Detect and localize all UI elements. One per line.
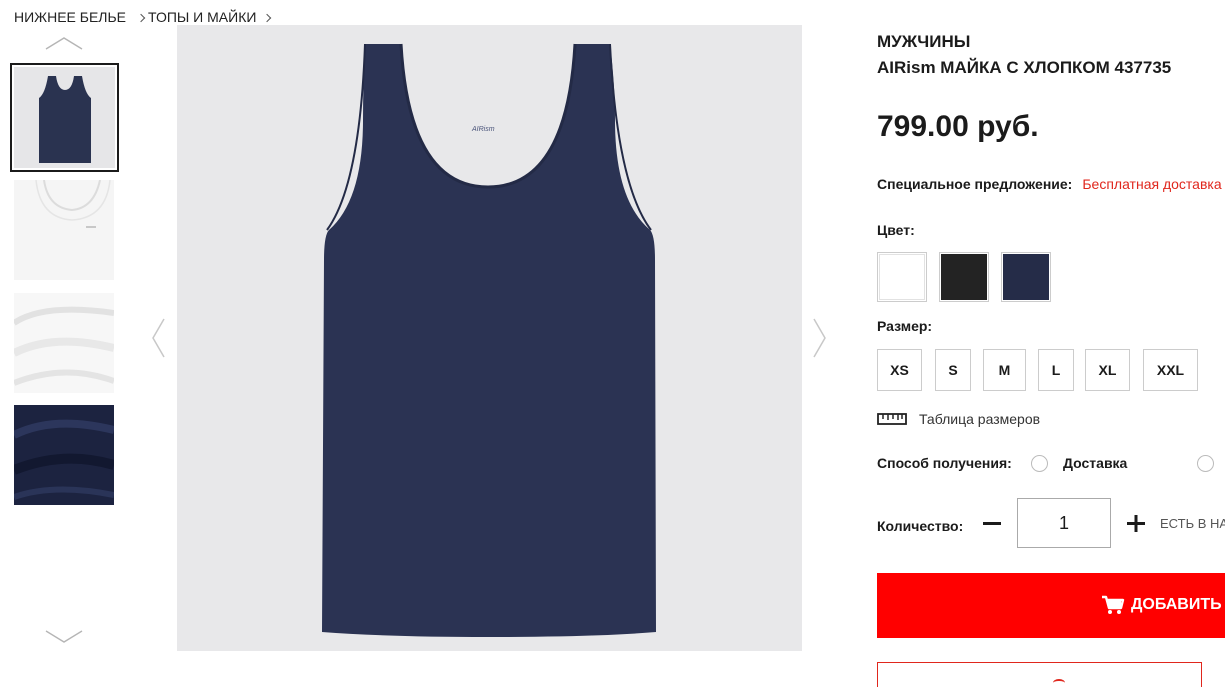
add-to-cart-label: ДОБАВИТЬ В КОРЗИНУ [1131, 596, 1225, 613]
image-prev-button[interactable] [150, 318, 166, 358]
delivery-radio[interactable] [1031, 455, 1048, 472]
color-swatch-navy[interactable] [1001, 252, 1051, 302]
special-offer: Специальное предложение: Бесплатная доста… [877, 176, 1222, 192]
special-offer-label: Специальное предложение: [877, 176, 1073, 192]
stock-status: ЕСТЬ В НАЛИЧИИ [1160, 516, 1225, 531]
size-button-s[interactable]: S [935, 349, 971, 391]
color-label: Цвет: [877, 222, 915, 238]
delivery-label: Способ получения: [877, 455, 1012, 471]
pickup-radio[interactable] [1197, 455, 1214, 472]
quantity-label: Количество: [877, 518, 964, 534]
breadcrumb-chevron-icon [263, 13, 272, 23]
chevron-up-icon [45, 37, 83, 50]
plus-icon [1127, 515, 1145, 532]
product-price: 799.00 руб. [877, 110, 1039, 143]
quantity-increase-button[interactable] [1126, 512, 1146, 536]
thumbnail-white-fabric[interactable] [14, 293, 114, 393]
tank-top-image: AIRism [322, 43, 656, 637]
white-tank-thumbnail-image [14, 180, 114, 280]
product-title: AIRism МАЙКА С ХЛОПКОМ 437735 [877, 58, 1172, 77]
secondary-button-glyph [1053, 679, 1065, 687]
image-next-button[interactable] [812, 318, 828, 358]
thumbnail-navy-fabric[interactable] [14, 405, 114, 505]
breadcrumb: НИЖНЕЕ БЕЛЬЕ ТОПЫ И МАЙКИ [14, 7, 280, 27]
size-button-m[interactable]: M [983, 349, 1026, 391]
thumbnail-navy-tank[interactable] [10, 63, 119, 172]
breadcrumb-item-underwear[interactable]: НИЖНЕЕ БЕЛЬЕ [14, 9, 126, 25]
product-info-panel: МУЖЧИНЫ AIRism МАЙКА С ХЛОПКОМ 437735 79… [877, 0, 1225, 687]
color-swatch-white[interactable] [877, 252, 927, 302]
cart-icon [1102, 595, 1125, 614]
size-button-l[interactable]: L [1038, 349, 1074, 391]
product-gender: МУЖЧИНЫ [877, 32, 971, 51]
white-fabric-thumbnail-image [14, 293, 114, 393]
breadcrumb-item-tops[interactable]: ТОПЫ И МАЙКИ [148, 9, 256, 25]
add-to-cart-button[interactable]: ДОБАВИТЬ В КОРЗИНУ [877, 573, 1225, 638]
size-button-xl[interactable]: XL [1085, 349, 1130, 391]
quantity-decrease-button[interactable] [982, 512, 1002, 536]
tank-thumbnail-image [38, 75, 91, 163]
chevron-down-icon [45, 630, 83, 643]
size-chart-link[interactable]: Таблица размеров [877, 409, 1040, 429]
delivery-method: Способ получения: Доставка [877, 455, 1225, 473]
size-button-xs[interactable]: XS [877, 349, 922, 391]
main-product-image: AIRism [177, 25, 802, 651]
thumbnails-down-button[interactable] [45, 630, 83, 644]
garment-print-text: AIRism [471, 126, 495, 133]
secondary-action-button[interactable] [877, 662, 1202, 687]
chevron-left-icon [152, 318, 165, 358]
size-button-xxl[interactable]: XXL [1143, 349, 1198, 391]
chevron-right-icon [813, 318, 826, 358]
quantity-input[interactable] [1017, 498, 1111, 548]
color-swatch-black[interactable] [939, 252, 989, 302]
delivery-option-label[interactable]: Доставка [1063, 455, 1127, 471]
breadcrumb-chevron-icon [136, 13, 146, 23]
size-chart-label: Таблица размеров [919, 411, 1041, 427]
navy-fabric-thumbnail-image [14, 405, 114, 505]
thumbnail-white-tank[interactable] [14, 180, 114, 280]
minus-icon [983, 522, 1001, 525]
size-label: Размер: [877, 318, 933, 334]
thumbnails-up-button[interactable] [45, 36, 83, 50]
special-offer-value: Бесплатная доставка [1082, 176, 1222, 192]
ruler-icon [877, 413, 907, 425]
